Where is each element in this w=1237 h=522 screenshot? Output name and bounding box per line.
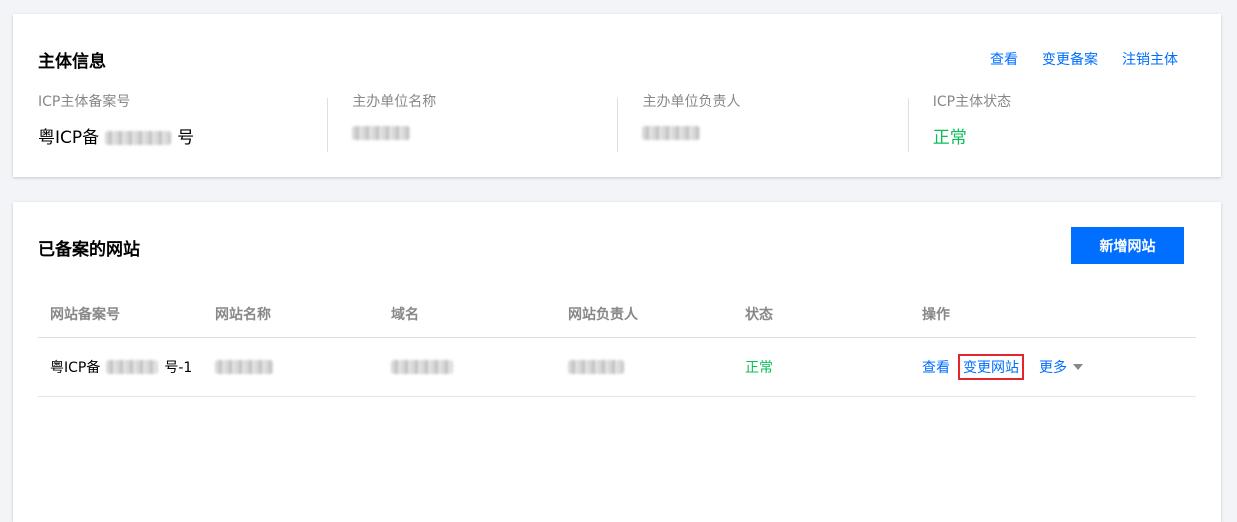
cancel-subject-link[interactable]: 注销主体 [1122,49,1178,69]
cell-site-principal [568,360,745,374]
icp-record-number-label: ICP主体备案号 [38,94,131,110]
icp-record-suffix: 号 [177,128,195,148]
subject-actions: 查看 变更备案 注销主体 [990,49,1178,69]
icp-record-prefix: 粤ICP备 [38,128,100,148]
table-header: 网站备案号 网站名称 域名 网站负责人 状态 操作 [38,290,1196,338]
registered-websites-title: 已备案的网站 [38,240,140,260]
change-website-link[interactable]: 变更网站 [958,354,1024,380]
column-header-status: 状态 [745,306,773,323]
row-actions: 查看 变更网站 更多 [922,354,1083,380]
organizer-name-label: 主办单位名称 [352,94,437,110]
column-header-site-name: 网站名称 [215,306,271,323]
column-header-domain: 域名 [391,306,419,323]
registered-websites-card: 已备案的网站 新增网站 网站备案号 网站名称 域名 网站负责人 状态 操作 粤I… [13,202,1221,522]
column-header-site-principal: 网站负责人 [568,306,638,323]
redacted-record-number [105,131,172,145]
icp-subject-status-label: ICP主体状态 [932,94,1012,110]
subject-info-fields: ICP主体备案号 粤ICP备 号 主办单位名称 主办单位负责人 ICP主体状态 … [38,92,1198,152]
redacted-site-record-number [106,360,159,374]
organizer-name-value [352,126,617,140]
chevron-down-icon[interactable] [1073,364,1083,370]
organizer-principal-label: 主办单位负责人 [642,94,741,110]
cell-status: 正常 [745,360,773,376]
organizer-principal-field: 主办单位负责人 [617,92,907,152]
icp-record-number-value: 粤ICP备 号 [38,126,327,150]
redacted-site-principal [568,360,624,374]
view-website-link[interactable]: 查看 [922,357,950,377]
cell-record-number: 粤ICP备 号-1 [38,357,215,377]
redacted-principal-name [642,126,701,140]
change-record-link[interactable]: 变更备案 [1042,49,1098,69]
organizer-principal-value [642,126,907,140]
organizer-name-field: 主办单位名称 [327,92,617,152]
icp-record-number-field: ICP主体备案号 粤ICP备 号 [38,92,327,152]
redacted-site-name [215,360,273,374]
view-subject-link[interactable]: 查看 [990,49,1018,69]
table-row: 粤ICP备 号-1 正常 查看 变更网站 更多 [38,338,1196,397]
icp-subject-status-field: ICP主体状态 正常 [907,92,1198,152]
subject-info-title: 主体信息 [38,52,106,72]
add-website-button[interactable]: 新增网站 [1071,227,1184,264]
cell-site-name [215,360,391,374]
more-actions-label[interactable]: 更多 [1039,357,1067,377]
subject-info-card: 主体信息 查看 变更备案 注销主体 ICP主体备案号 粤ICP备 号 主办单位名… [13,14,1221,177]
websites-table: 网站备案号 网站名称 域名 网站负责人 状态 操作 粤ICP备 号-1 正常 查… [38,290,1196,397]
cell-domain [391,360,568,374]
column-header-record-number: 网站备案号 [50,306,120,323]
more-actions-dropdown[interactable]: 更多 [1039,357,1083,377]
record-suffix: 号-1 [164,360,193,376]
column-header-actions: 操作 [922,306,950,323]
redacted-domain [391,360,453,374]
cell-actions: 查看 变更网站 更多 [922,354,1172,380]
icp-subject-status-value: 正常 [932,128,967,148]
record-prefix: 粤ICP备 [50,360,101,376]
redacted-organizer-name [352,126,411,140]
